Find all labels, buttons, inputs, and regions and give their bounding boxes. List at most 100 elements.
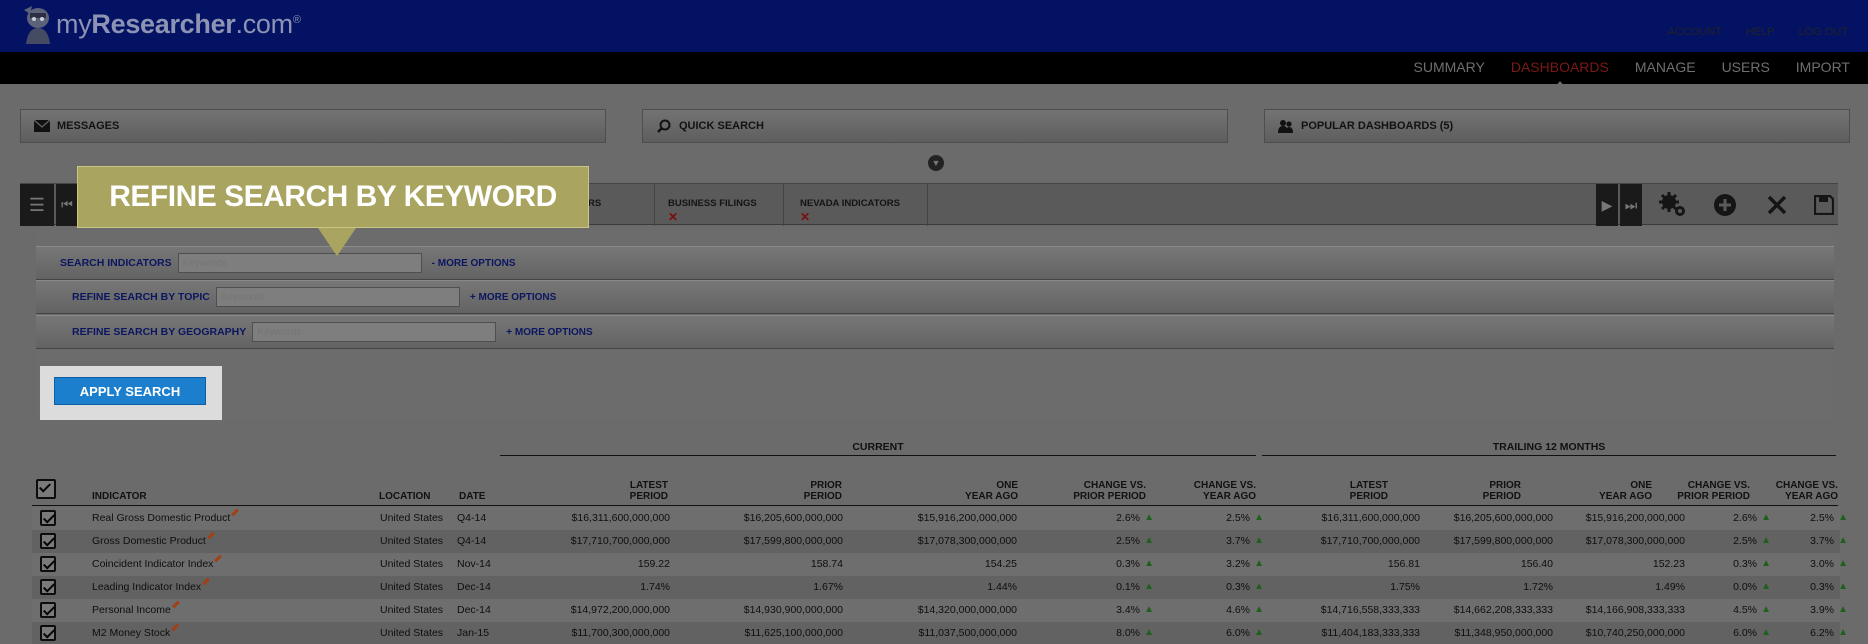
nav-import[interactable]: IMPORT: [1796, 59, 1850, 75]
nav-users[interactable]: USERS: [1722, 59, 1770, 75]
cell-date: Dec-14: [457, 581, 491, 593]
row-checkbox[interactable]: [40, 510, 56, 526]
select-all-checkbox[interactable]: [36, 479, 56, 499]
col-trailing-latest[interactable]: LATEST PERIOD: [1288, 480, 1388, 502]
table-row[interactable]: M2 Money Stock United States Jan-15 $11,700…: [32, 622, 1848, 644]
apply-search-button[interactable]: APPLY SEARCH: [54, 377, 206, 405]
refine-geography-more-options[interactable]: + MORE OPTIONS: [506, 327, 592, 338]
cell-latest: 1.74%: [640, 581, 670, 593]
col-date[interactable]: DATE: [459, 491, 485, 502]
search-indicators-input[interactable]: [177, 253, 422, 273]
trend-up-icon: ▲: [1761, 535, 1771, 546]
list-icon[interactable]: ☰: [20, 184, 54, 226]
trend-up-icon: ▲: [1144, 535, 1154, 546]
cell-t-year-ago: 1.49%: [1655, 581, 1685, 593]
col-prior-period[interactable]: PRIOR PERIOD: [742, 480, 842, 502]
cell-t-chg-prior: 0.0%: [1733, 581, 1757, 593]
refine-topic-input[interactable]: [215, 287, 460, 307]
cell-t-chg-prior: 0.3%: [1733, 558, 1757, 570]
row-checkbox[interactable]: [40, 625, 56, 641]
row-checkbox[interactable]: [40, 533, 56, 549]
refine-topic-label: REFINE SEARCH BY TOPIC: [72, 291, 210, 303]
table-header-divider: [32, 505, 1838, 506]
settings-gear-icon[interactable]: [1648, 184, 1698, 226]
cell-t-chg-year: 6.2%: [1810, 627, 1834, 639]
edit-pencil-icon[interactable]: [171, 600, 180, 609]
row-checkbox[interactable]: [40, 602, 56, 618]
next-page-icon[interactable]: ▶: [1596, 184, 1618, 226]
cell-chg-year: 4.6%: [1226, 604, 1250, 616]
popular-dashboards-widget[interactable]: POPULAR DASHBOARDS (5): [1264, 109, 1850, 143]
cell-chg-prior: 2.6%: [1116, 512, 1140, 524]
edit-pencil-icon[interactable]: [206, 531, 215, 540]
delete-tab-icon[interactable]: ✕: [668, 210, 678, 224]
cell-t-latest: 156.81: [1387, 558, 1420, 570]
col-indicator[interactable]: INDICATOR: [92, 491, 147, 502]
col-change-vs-year[interactable]: CHANGE VS. YEAR AGO: [1136, 480, 1256, 502]
top-header: myResearcher.com® ACCOUNT HELP LOG OUT: [0, 0, 1868, 52]
col-latest-period[interactable]: LATEST PERIOD: [568, 480, 668, 502]
cell-year-ago: $15,916,200,000,000: [917, 512, 1017, 524]
edit-pencil-icon[interactable]: [231, 508, 240, 517]
first-page-icon[interactable]: ⏮: [56, 184, 78, 226]
messages-widget[interactable]: MESSAGES: [20, 109, 606, 143]
dashboard-tab-business-filings[interactable]: BUSINESS FILINGS ✕: [652, 184, 784, 226]
cell-indicator[interactable]: Coincident Indicator Index: [92, 554, 223, 570]
cell-t-chg-prior: 4.5%: [1733, 604, 1757, 616]
cell-prior: $14,930,900,000,000: [743, 604, 843, 616]
col-trailing-prior[interactable]: PRIOR PERIOD: [1421, 480, 1521, 502]
nav-dashboards[interactable]: DASHBOARDS: [1511, 59, 1609, 87]
col-change-vs-prior[interactable]: CHANGE VS. PRIOR PERIOD: [1026, 480, 1146, 502]
cell-t-latest: $16,311,600,000,000: [1321, 512, 1420, 524]
edit-pencil-icon[interactable]: [202, 577, 211, 586]
logo[interactable]: myResearcher.com®: [20, 2, 301, 46]
cell-indicator[interactable]: Gross Domestic Product: [92, 531, 215, 547]
help-link[interactable]: HELP: [1746, 26, 1775, 38]
last-page-icon[interactable]: ⏭: [1620, 184, 1642, 226]
col-location[interactable]: LOCATION: [379, 491, 430, 502]
search-icon: [657, 119, 671, 133]
search-indicators-more-options[interactable]: - MORE OPTIONS: [432, 258, 516, 269]
table-row[interactable]: Coincident Indicator Index United States N…: [32, 553, 1848, 576]
trend-up-icon: ▲: [1761, 604, 1771, 615]
refine-geography-label: REFINE SEARCH BY GEOGRAPHY: [72, 326, 247, 338]
cell-indicator[interactable]: M2 Money Stock: [92, 623, 180, 639]
cell-latest: $16,311,600,000,000: [571, 512, 670, 524]
refine-topic-more-options[interactable]: + MORE OPTIONS: [470, 292, 556, 303]
quick-search-widget[interactable]: QUICK SEARCH: [642, 109, 1228, 143]
table-row[interactable]: Leading Indicator Index United States Dec-…: [32, 576, 1848, 599]
collapse-toggle-icon[interactable]: ▼: [928, 155, 944, 171]
edit-pencil-icon[interactable]: [171, 623, 180, 632]
close-dashboard-icon[interactable]: [1752, 184, 1802, 226]
trend-up-icon: ▲: [1254, 535, 1264, 546]
col-trailing-change-year[interactable]: CHANGE VS. YEAR AGO: [1718, 480, 1838, 502]
trend-up-icon: ▲: [1144, 604, 1154, 615]
col-one-year-ago[interactable]: ONE YEAR AGO: [918, 480, 1018, 502]
cell-chg-prior: 0.1%: [1116, 581, 1140, 593]
cell-date: Dec-14: [457, 604, 491, 616]
add-dashboard-icon[interactable]: [1700, 184, 1750, 226]
dashboard-tab-nevada-indicators[interactable]: NEVADA INDICATORS ✕: [784, 184, 928, 226]
edit-pencil-icon[interactable]: [214, 554, 223, 563]
table-row[interactable]: Real Gross Domestic Product United States…: [32, 507, 1848, 530]
cell-indicator[interactable]: Real Gross Domestic Product: [92, 508, 240, 524]
refine-geography-input[interactable]: [252, 322, 497, 342]
row-checkbox[interactable]: [40, 556, 56, 572]
cell-indicator[interactable]: Leading Indicator Index: [92, 577, 211, 593]
nav-manage[interactable]: MANAGE: [1635, 59, 1696, 75]
cell-year-ago: $17,078,300,000,000: [917, 535, 1017, 547]
account-link[interactable]: ACCOUNT: [1667, 26, 1721, 38]
envelope-icon: [33, 119, 51, 132]
logout-link[interactable]: LOG OUT: [1798, 26, 1848, 38]
cell-prior: 1.67%: [813, 581, 843, 593]
cell-chg-year: 6.0%: [1226, 627, 1250, 639]
cell-chg-prior: 0.3%: [1116, 558, 1140, 570]
cell-indicator[interactable]: Personal Income: [92, 600, 180, 616]
table-row[interactable]: Personal Income United States Dec-14 $14,97…: [32, 599, 1848, 622]
delete-tab-icon[interactable]: ✕: [800, 210, 810, 224]
table-row[interactable]: Gross Domestic Product United States Q4-14…: [32, 530, 1848, 553]
refine-geography-row: REFINE SEARCH BY GEOGRAPHY + MORE OPTION…: [36, 315, 1834, 349]
row-checkbox[interactable]: [40, 579, 56, 595]
save-dashboard-icon[interactable]: [1804, 184, 1844, 226]
nav-summary[interactable]: SUMMARY: [1414, 59, 1485, 75]
